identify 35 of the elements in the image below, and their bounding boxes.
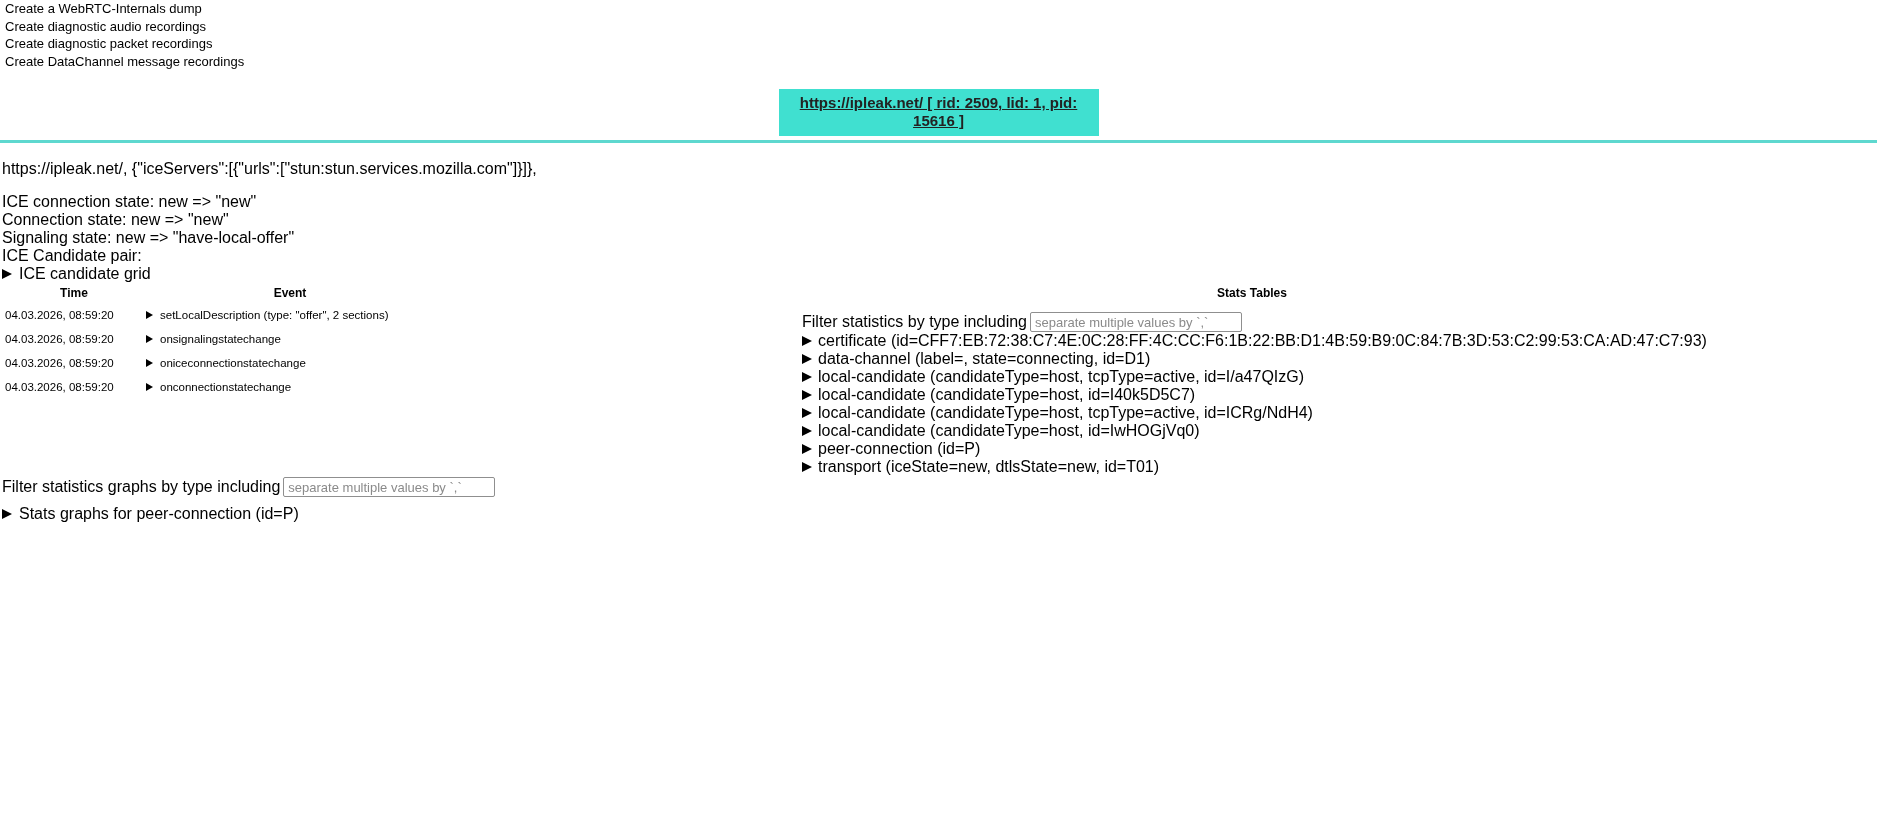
- state-text: Signaling state: new => "have-local-offer": [2, 229, 295, 247]
- stats-entry-toggle[interactable]: local-candidate (candidateType=host, id=IwHOGjVq0): [802, 422, 1200, 440]
- time-text: 04.03.2026, 08:59:20: [5, 309, 114, 321]
- event-toggle[interactable]: oniceconnectionstatechange: [146, 356, 306, 370]
- time-text: 04.03.2026, 08:59:20: [5, 357, 114, 369]
- column-header: Event: [273, 286, 307, 300]
- state-text: ICE connection state: new => "new": [2, 193, 257, 211]
- column-header: Time: [60, 286, 88, 300]
- stats-entry-toggle[interactable]: data-channel (label=, state=connecting, id=D1): [802, 350, 1151, 368]
- option-link[interactable]: Create diagnostic packet recordings: [5, 35, 213, 53]
- filter-label: Filter statistics graphs by type including: [2, 478, 281, 496]
- stats-entry-toggle[interactable]: certificate (id=CFF7:EB:72:38:C7:4E:0C:28:FF:4C:CC:F6:1B:22:BB:D1:4B:59:B9:0C:84:7B:3D:53:C2:99:53:CA:AD:47:C7:93): [802, 332, 1707, 350]
- filter-input[interactable]: separate multiple values by `,`: [283, 477, 496, 497]
- time-text: 04.03.2026, 08:59:20: [5, 333, 114, 345]
- option-link[interactable]: Create a WebRTC-Internals dump: [5, 0, 202, 18]
- stats-entry-toggle[interactable]: transport (iceState=new, dtlsState=new, id=T01): [802, 458, 1160, 476]
- stats-entry-toggle[interactable]: local-candidate (candidateType=host, id=I40k5D5C7): [802, 386, 1196, 404]
- event-toggle[interactable]: setLocalDescription (type: "offer", 2 sections): [146, 308, 389, 322]
- state-text: Connection state: new => "new": [2, 211, 229, 229]
- config-text: https://ipleak.net/, {"iceServers":[{"urls":["stun:stun.services.mozilla.com"]}]},: [2, 160, 537, 178]
- option-link[interactable]: Create diagnostic audio recordings: [5, 17, 206, 35]
- option-link[interactable]: Create DataChannel message recordings: [5, 52, 245, 70]
- state-text: ICE Candidate pair:: [2, 247, 142, 265]
- filter-input[interactable]: separate multiple values by `,`: [1030, 312, 1242, 332]
- stats-entry-toggle[interactable]: local-candidate (candidateType=host, tcpType=active, id=ICRg/NdH4): [802, 404, 1313, 422]
- filter-label: Filter statistics by type including: [802, 313, 1027, 331]
- event-toggle[interactable]: onsignalingstatechange: [146, 332, 281, 346]
- graphs-section-toggle[interactable]: Stats graphs for peer-connection (id=P): [2, 505, 299, 523]
- event-toggle[interactable]: onconnectionstatechange: [146, 380, 292, 394]
- stats-entry-toggle[interactable]: peer-connection (id=P): [802, 440, 981, 458]
- section-title: Stats Tables: [1217, 285, 1287, 302]
- candidate-grid-toggle[interactable]: ICE candidate grid: [2, 265, 151, 283]
- time-text: 04.03.2026, 08:59:20: [5, 381, 114, 393]
- stats-entry-toggle[interactable]: local-candidate (candidateType=host, tcpType=active, id=I/a47QIzG): [802, 368, 1305, 386]
- peer-connection-tab[interactable]: https://ipleak.net/ [ rid: 2509, lid: 1, pid: 15616 ]: [778, 89, 1099, 136]
